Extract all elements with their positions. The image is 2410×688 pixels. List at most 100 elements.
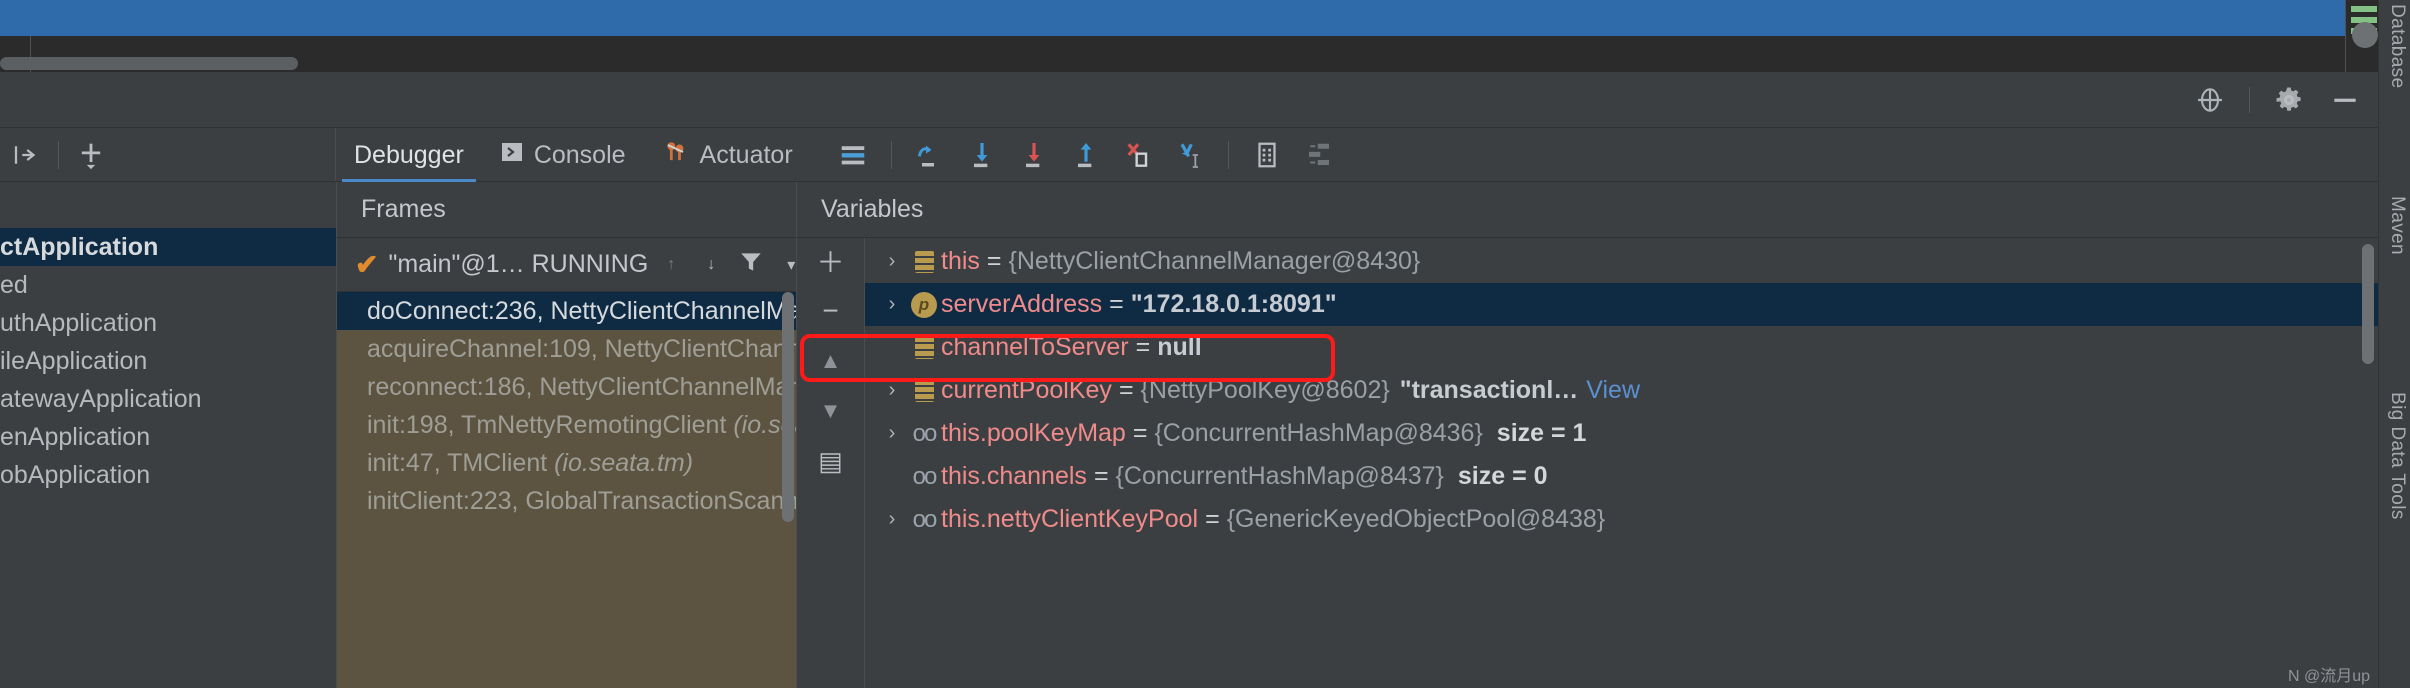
editor-horizontal-scrollbar[interactable] — [0, 57, 298, 70]
expand-arrow-icon[interactable]: › — [877, 283, 907, 326]
frames-column-header: Frames — [336, 182, 796, 238]
variables-panel: ＋ − ▲ ▼ ▤ › this = {NettyClientChannelMa… — [796, 238, 2378, 688]
tab-debugger[interactable]: Debugger — [336, 128, 482, 182]
frame-label: init:47, TMClient — [367, 449, 555, 477]
tool-window-maven[interactable]: Maven — [2386, 196, 2408, 255]
editor-vertical-scroll-thumb[interactable] — [2352, 22, 2378, 48]
sidebar-item[interactable]: enApplication — [0, 418, 336, 456]
variable-value: {ConcurrentHashMap@8437} — [1115, 462, 1444, 490]
sidebar-item[interactable]: ctApplication — [0, 228, 336, 266]
scroll-up-icon[interactable]: ▲ — [811, 344, 851, 378]
mute-breakpoints-icon[interactable] — [1295, 128, 1343, 182]
expand-arrow-icon[interactable]: › — [877, 498, 907, 541]
call-stack-list[interactable]: doConnect:236, NettyClientChannelMa acqu… — [337, 292, 796, 688]
step-into-icon[interactable] — [958, 128, 1006, 182]
frame-row[interactable]: reconnect:186, NettyClientChannelMan — [337, 368, 796, 406]
expand-arrow-placeholder: › — [877, 326, 907, 369]
thread-selector[interactable]: ✔ "main"@1… RUNNING ↑ ↓ ▾ — [337, 238, 796, 292]
variables-tree[interactable]: › this = {NettyClientChannelManager@8430… — [865, 238, 2378, 688]
frame-row[interactable]: initClient:223, GlobalTransactionScann — [337, 482, 796, 520]
tab-actuator[interactable]: Actuator — [644, 128, 811, 182]
services-sidebar[interactable]: ctApplication ed uthApplication ileAppli… — [0, 182, 336, 688]
marker-stripe[interactable] — [2351, 6, 2377, 12]
add-watch-icon[interactable]: ＋ — [811, 244, 851, 278]
minimize-icon[interactable] — [2328, 83, 2362, 117]
map-icon: oo — [912, 420, 938, 447]
watermark-text: N @流月up — [2287, 668, 2370, 685]
move-down-icon[interactable]: ↓ — [698, 256, 724, 274]
variable-row-channels[interactable]: › oo this.channels = {ConcurrentHashMap@… — [865, 455, 2378, 498]
variable-row-currentpoolkey[interactable]: › currentPoolKey = {NettyPoolKey@8602} "… — [865, 369, 2378, 412]
tab-console-label: Console — [533, 140, 626, 169]
right-tool-strip: Database Maven Big Data Tools — [2378, 0, 2410, 688]
filter-icon[interactable] — [738, 249, 764, 280]
code-editor[interactable]: Channel channelFromPool = (Channel)this.… — [0, 0, 2410, 72]
code-line-highlighted[interactable]: Channel channelFromPool = (Channel)this.… — [0, 0, 2345, 36]
remove-watch-icon[interactable]: − — [811, 294, 851, 328]
expand-arrow-icon[interactable]: › — [877, 412, 907, 455]
copy-value-icon[interactable]: ▤ — [811, 444, 851, 478]
tab-debugger-label: Debugger — [354, 140, 464, 169]
variable-value-preview: "transactionl… — [1399, 376, 1579, 404]
view-link[interactable]: View — [1578, 369, 1640, 412]
map-icon: oo — [912, 506, 938, 533]
tab-console[interactable]: Console — [482, 128, 644, 182]
expand-arrow-placeholder: › — [877, 455, 907, 498]
step-out-icon[interactable] — [1062, 128, 1110, 182]
stepping-toolbar — [811, 128, 1343, 181]
variable-value: {GenericKeyedObjectPool@8438} — [1226, 505, 1606, 533]
sidebar-item[interactable]: obApplication — [0, 456, 336, 494]
frames-panel: ✔ "main"@1… RUNNING ↑ ↓ ▾ doConnect:236,… — [336, 238, 796, 688]
move-up-icon[interactable]: ↑ — [658, 256, 684, 274]
force-step-into-icon[interactable] — [1010, 128, 1058, 182]
variable-row-channeltoserver[interactable]: › channelToServer = null — [865, 326, 2378, 369]
variable-row-poolkeymap[interactable]: › oo this.poolKeyMap = {ConcurrentHashMa… — [865, 412, 2378, 455]
equals-sign: = — [1109, 290, 1124, 318]
code-line-2[interactable]: this.channels.put(serverAddress, channel… — [0, 36, 2345, 72]
frames-scrollbar[interactable] — [782, 292, 794, 522]
variable-row-nettyclientkeypool[interactable]: › oo this.nettyClientKeyPool = {GenericK… — [865, 498, 2378, 541]
frame-row[interactable]: doConnect:236, NettyClientChannelMa — [337, 292, 796, 330]
variables-scrollbar[interactable] — [2362, 244, 2374, 364]
equals-sign: = — [1135, 333, 1151, 361]
console-icon — [500, 140, 524, 171]
equals-sign: = — [1093, 462, 1109, 490]
field-icon — [907, 379, 941, 402]
sidebar-item[interactable]: ileApplication — [0, 342, 336, 380]
property-icon: p — [907, 291, 941, 318]
sidebar-item[interactable]: atewayApplication — [0, 380, 336, 418]
expand-arrow-icon[interactable]: › — [877, 240, 907, 283]
variables-gutter-toolbar: ＋ − ▲ ▼ ▤ — [797, 238, 865, 688]
evaluate-expression-icon[interactable] — [1243, 128, 1291, 182]
expand-arrow-icon[interactable]: › — [877, 369, 907, 412]
equals-sign: = — [1118, 376, 1134, 404]
tool-window-database[interactable]: Database — [2386, 4, 2408, 89]
variable-name: this.nettyClientKeyPool — [941, 505, 1199, 533]
variable-row-this[interactable]: › this = {NettyClientChannelManager@8430… — [865, 240, 2378, 283]
variable-row-serveraddress[interactable]: › p serverAddress = "172.18.0.1:8091" — [865, 283, 2378, 326]
frame-label: initClient:223, GlobalTransactionScann — [367, 487, 796, 515]
variable-value: {NettyPoolKey@8602} — [1140, 376, 1390, 404]
add-configuration-icon[interactable] — [65, 128, 117, 182]
tab-actuator-label: Actuator — [699, 140, 793, 169]
debug-toolbar: Debugger Console Actuator — [0, 128, 2378, 182]
sidebar-item[interactable]: ed — [0, 266, 336, 304]
tool-window-bigdata[interactable]: Big Data Tools — [2386, 392, 2408, 520]
run-to-cursor-icon[interactable] — [1166, 128, 1214, 182]
variables-column-header: Variables — [796, 182, 2378, 238]
frame-row[interactable]: acquireChannel:109, NettyClientChann — [337, 330, 796, 368]
toolbar-divider — [890, 140, 892, 169]
scroll-down-icon[interactable]: ▼ — [811, 394, 851, 428]
layout-settings-icon[interactable] — [829, 128, 877, 182]
frame-row[interactable]: init:47, TMClient (io.seata.tm) — [337, 444, 796, 482]
debug-panel-header — [0, 72, 2378, 128]
more-options-icon[interactable]: ▾ — [778, 255, 796, 275]
header-divider — [2249, 87, 2250, 113]
gear-icon[interactable] — [2272, 83, 2306, 117]
sidebar-item[interactable]: uthApplication — [0, 304, 336, 342]
drop-frame-icon[interactable] — [1114, 128, 1162, 182]
crosshair-icon[interactable] — [2193, 83, 2227, 117]
step-over-icon[interactable] — [906, 128, 954, 182]
frame-row[interactable]: init:198, TmNettyRemotingClient (io.sea — [337, 406, 796, 444]
resume-program-icon[interactable] — [0, 128, 52, 182]
